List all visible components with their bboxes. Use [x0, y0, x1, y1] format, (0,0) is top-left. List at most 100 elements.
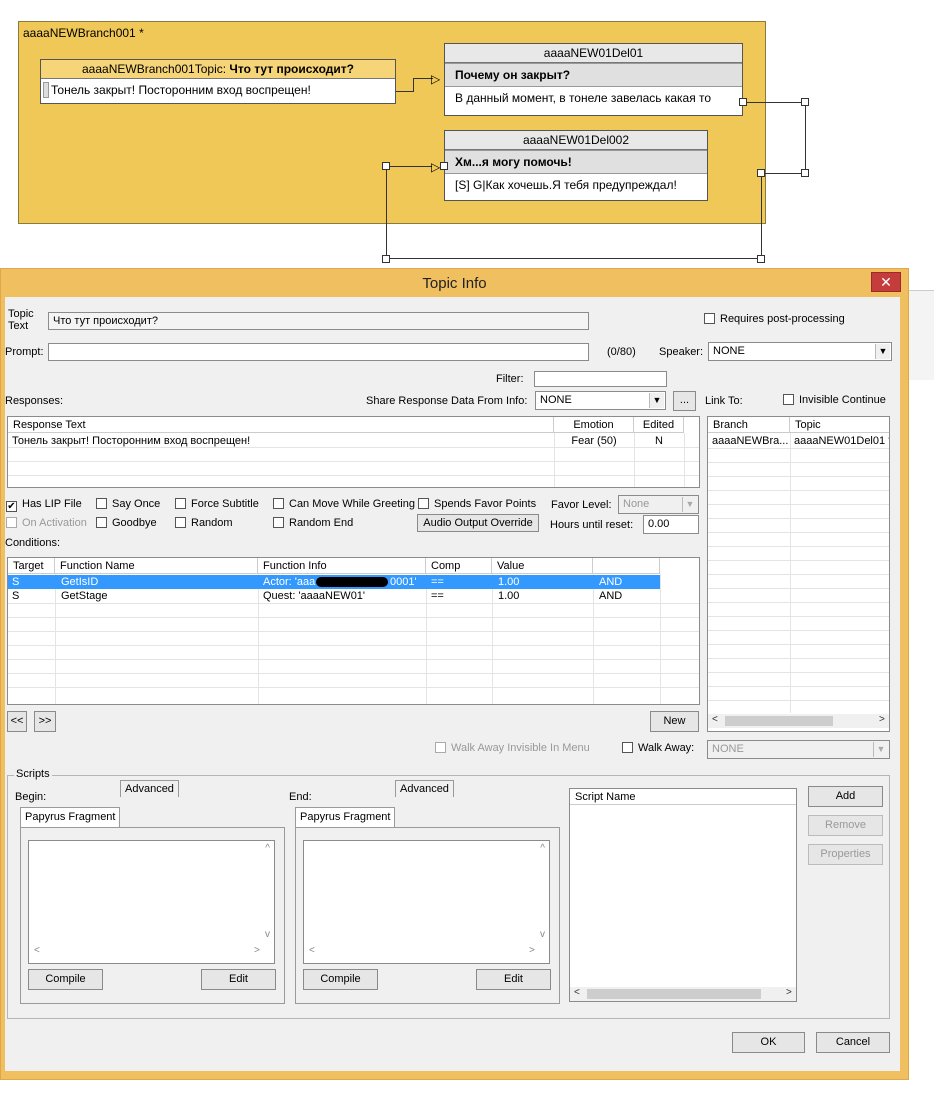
force-subtitle-checkbox[interactable]: Force Subtitle: [175, 498, 259, 510]
dialogue-node-2[interactable]: aaaaNEW01Del002 Хм...я могу помочь! [S] …: [444, 130, 708, 201]
dialogue-node-2-prompt[interactable]: Хм...я могу помочь!: [445, 150, 707, 173]
condition-value-cell[interactable]: 1.00: [492, 575, 593, 589]
hours-until-reset-input[interactable]: 0.00: [643, 515, 699, 534]
column-header-emotion[interactable]: Emotion: [554, 417, 634, 433]
condition-operator-cell[interactable]: AND: [593, 589, 660, 603]
chevron-down-icon[interactable]: v: [265, 929, 270, 940]
condition-info-cell[interactable]: Quest: 'aaaaNEW01': [258, 589, 426, 603]
link-topic-cell[interactable]: aaaaNEW01Del01 *: [790, 434, 889, 448]
share-response-select[interactable]: NONE ▼: [535, 391, 666, 410]
dialogue-node-1[interactable]: aaaaNEW01Del01 Почему он закрыт? В данны…: [444, 43, 743, 116]
column-header-operator[interactable]: [593, 558, 660, 574]
invisible-continue-checkbox[interactable]: Invisible Continue: [783, 394, 886, 406]
cancel-button[interactable]: Cancel: [816, 1032, 890, 1053]
tab-advanced-begin[interactable]: Advanced: [120, 780, 179, 797]
chevron-right-icon[interactable]: >: [254, 945, 260, 956]
new-condition-button[interactable]: New: [650, 711, 699, 732]
condition-info-cell-suffix[interactable]: 0001': [386, 575, 426, 589]
script-name-list[interactable]: Script Name < >: [569, 788, 797, 1002]
topic-text-field[interactable]: Что тут происходит?: [48, 312, 589, 330]
condition-function-cell[interactable]: GetIsID: [55, 575, 258, 589]
chevron-up-icon[interactable]: ^: [265, 843, 270, 854]
link-handle[interactable]: [757, 169, 765, 177]
link-handle[interactable]: [801, 169, 809, 177]
tab-advanced-end[interactable]: Advanced: [395, 780, 454, 797]
condition-target-cell[interactable]: S: [8, 589, 55, 603]
random-checkbox[interactable]: Random: [175, 517, 233, 529]
tab-papyrus-fragment-end[interactable]: Papyrus Fragment: [295, 807, 396, 827]
scrollbar-thumb[interactable]: [587, 989, 761, 999]
random-end-checkbox[interactable]: Random End: [273, 517, 353, 529]
condition-function-cell[interactable]: GetStage: [55, 589, 258, 603]
response-emotion-cell[interactable]: Fear (50): [554, 434, 634, 448]
response-text-cell[interactable]: Тонель закрыт! Посторонним вход воспреще…: [8, 434, 554, 448]
condition-operator-cell[interactable]: AND: [593, 575, 660, 589]
ok-button[interactable]: OK: [732, 1032, 805, 1053]
add-script-button[interactable]: Add: [808, 786, 883, 807]
chevron-right-icon[interactable]: >: [786, 987, 792, 998]
link-handle[interactable]: [739, 98, 747, 106]
responses-table[interactable]: Response Text Emotion Edited Тонель закр…: [7, 416, 700, 488]
previous-button[interactable]: <<: [7, 711, 27, 732]
properties-button[interactable]: Properties: [808, 844, 883, 865]
column-header-value[interactable]: Value: [492, 558, 593, 574]
column-header-response-text[interactable]: Response Text: [8, 417, 554, 433]
say-once-checkbox[interactable]: Say Once: [96, 498, 160, 510]
dialogue-node-2-response[interactable]: [S] G|Как хочешь.Я тебя предупреждал!: [445, 173, 707, 196]
on-activation-checkbox[interactable]: On Activation: [6, 517, 87, 529]
dialogue-graph[interactable]: aaaaNEWBranch001 * aaaaNEWBranch001Topic…: [0, 0, 934, 263]
begin-compile-button[interactable]: Compile: [28, 969, 103, 990]
begin-script-editor[interactable]: ^ v < >: [28, 840, 275, 964]
chevron-right-icon[interactable]: >: [529, 945, 535, 956]
condition-value-cell[interactable]: 1.00: [492, 589, 593, 603]
chevron-right-icon[interactable]: >: [879, 714, 885, 725]
topic-node-response[interactable]: Тонель закрыт! Посторонним вход воспреще…: [41, 79, 395, 102]
link-to-table[interactable]: Branch Topic aaaaNEWBra... aaaaNEW01Del0…: [707, 416, 890, 732]
chevron-left-icon[interactable]: <: [712, 714, 718, 725]
walk-away-checkbox[interactable]: Walk Away:: [622, 742, 694, 754]
speaker-select[interactable]: NONE ▼: [708, 342, 892, 361]
condition-info-cell[interactable]: Actor: 'aaa: [258, 575, 318, 589]
chevron-left-icon[interactable]: <: [34, 945, 40, 956]
dialogue-node-1-response[interactable]: В данный момент, в тонеле завелась какая…: [445, 86, 742, 109]
dialogue-node-1-prompt[interactable]: Почему он закрыт?: [445, 63, 742, 86]
next-button[interactable]: >>: [34, 711, 56, 732]
spends-favor-points-checkbox[interactable]: Spends Favor Points: [418, 498, 536, 510]
end-compile-button[interactable]: Compile: [303, 969, 378, 990]
column-header-script-name[interactable]: Script Name: [570, 789, 796, 805]
topic-node[interactable]: aaaaNEWBranch001Topic: Что тут происходи…: [40, 59, 396, 104]
end-edit-button[interactable]: Edit: [476, 969, 551, 990]
column-header-function-name[interactable]: Function Name: [55, 558, 258, 574]
scrollbar-thumb[interactable]: [725, 716, 833, 726]
tab-papyrus-fragment-begin[interactable]: Papyrus Fragment: [20, 807, 121, 827]
walk-away-select[interactable]: NONE ▼: [707, 740, 890, 759]
conditions-table[interactable]: Target Function Name Function Info Comp …: [7, 557, 700, 705]
link-handle[interactable]: [440, 162, 448, 170]
link-handle[interactable]: [757, 255, 765, 263]
link-handle[interactable]: [801, 98, 809, 106]
column-header-edited[interactable]: Edited: [634, 417, 684, 433]
end-script-editor[interactable]: ^ v < >: [303, 840, 550, 964]
requires-post-processing-checkbox[interactable]: Requires post-processing: [704, 313, 845, 325]
favor-level-select[interactable]: None ▼: [618, 495, 699, 514]
chevron-down-icon[interactable]: v: [540, 929, 545, 940]
link-branch-cell[interactable]: aaaaNEWBra...: [708, 434, 790, 448]
chevron-up-icon[interactable]: ^: [540, 843, 545, 854]
can-move-while-greeting-checkbox[interactable]: Can Move While Greeting: [273, 498, 415, 510]
filter-input[interactable]: [534, 371, 667, 387]
goodbye-checkbox[interactable]: Goodbye: [96, 517, 157, 529]
condition-comp-cell[interactable]: ==: [426, 589, 492, 603]
column-header-branch[interactable]: Branch: [708, 417, 790, 433]
remove-script-button[interactable]: Remove: [808, 815, 883, 836]
script-list-scrollbar[interactable]: < >: [570, 987, 796, 1001]
link-handle[interactable]: [382, 255, 390, 263]
condition-comp-cell[interactable]: ==: [426, 575, 492, 589]
begin-edit-button[interactable]: Edit: [201, 969, 276, 990]
audio-output-override-button[interactable]: Audio Output Override: [417, 514, 539, 532]
column-header-target[interactable]: Target: [8, 558, 55, 574]
link-handle[interactable]: [382, 162, 390, 170]
walk-away-invisible-checkbox[interactable]: Walk Away Invisible In Menu: [435, 742, 590, 754]
close-button[interactable]: ✕: [871, 272, 901, 292]
has-lip-file-checkbox[interactable]: ✔ Has LIP File: [6, 498, 82, 512]
column-header-topic[interactable]: Topic: [790, 417, 889, 433]
